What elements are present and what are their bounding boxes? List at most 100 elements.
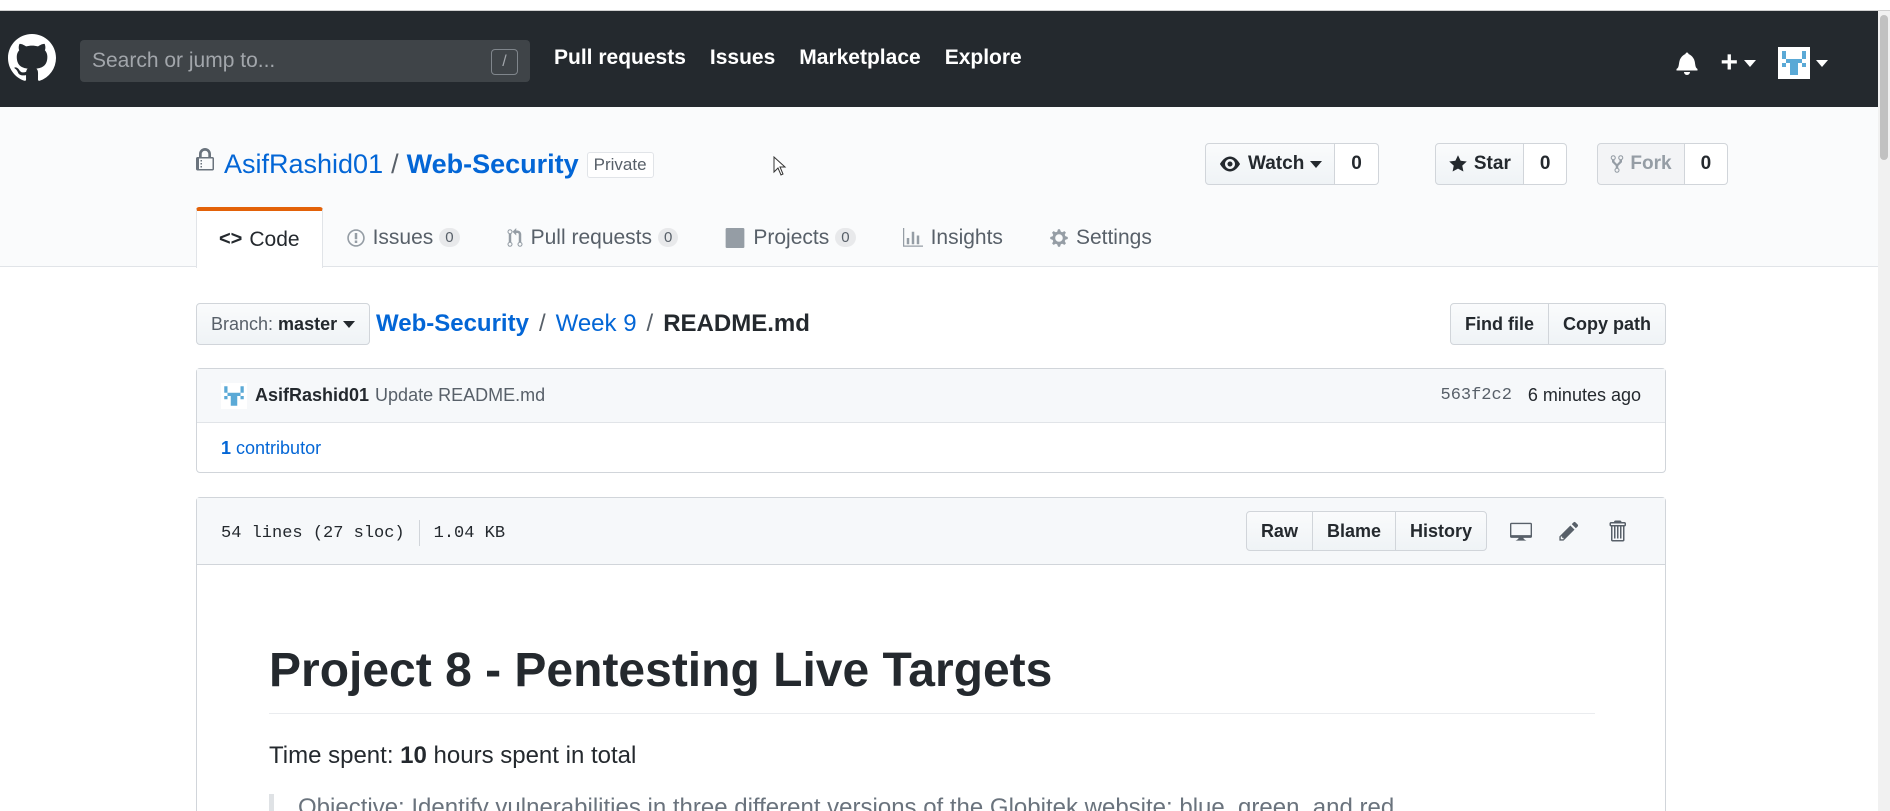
user-menu-dropdown[interactable] <box>1778 47 1828 79</box>
create-new-dropdown[interactable]: + <box>1720 48 1756 78</box>
file-size: 1.04 KB <box>433 523 506 543</box>
tab-issues[interactable]: Issues 0 <box>323 207 483 267</box>
breadcrumb-separator: / <box>646 310 654 337</box>
repo-owner-link[interactable]: AsifRashid01 <box>224 149 383 180</box>
header-right-actions: + <box>1676 47 1828 79</box>
fork-button[interactable]: Fork <box>1597 143 1685 185</box>
repo-nav-tabs: <> Code Issues 0 Pull requests 0 Project… <box>196 207 1175 268</box>
tab-pull-requests[interactable]: Pull requests 0 <box>483 207 702 267</box>
file-info-divider <box>418 520 420 546</box>
search-box[interactable]: / <box>80 40 530 82</box>
project-icon <box>725 227 745 248</box>
page-scrollbar[interactable] <box>1878 11 1890 811</box>
gear-icon <box>1050 228 1068 247</box>
chevron-down-icon <box>343 320 356 328</box>
chevron-down-icon <box>1816 59 1828 67</box>
pencil-icon[interactable] <box>1545 511 1593 551</box>
breadcrumb-folder[interactable]: Week 9 <box>556 310 637 338</box>
contributors-count: 1 <box>221 437 232 458</box>
chevron-down-icon <box>1744 59 1756 67</box>
time-spent-value: 10 <box>400 742 427 769</box>
global-nav: Pull requests Issues Marketplace Explore <box>554 46 1022 70</box>
commit-time: 6 minutes ago <box>1527 385 1641 405</box>
avatar <box>1778 47 1810 79</box>
history-button[interactable]: History <box>1394 511 1487 551</box>
tab-label: Projects <box>753 225 830 249</box>
commit-meta: 563f2c2 6 minutes ago <box>1441 385 1642 406</box>
repository-header: AsifRashid01 / Web-Security Private Watc… <box>0 107 1878 268</box>
tab-insights[interactable]: Insights <box>879 207 1026 267</box>
graph-icon <box>902 227 923 247</box>
readme-title: Project 8 - Pentesting Live Targets <box>269 641 1595 714</box>
bell-icon[interactable] <box>1676 51 1698 75</box>
watch-count[interactable]: 0 <box>1335 143 1379 185</box>
watch-control: Watch 0 <box>1205 143 1379 185</box>
chevron-down-icon <box>1310 160 1323 168</box>
branch-name: master <box>278 313 338 334</box>
pull-requests-counter: 0 <box>658 228 679 247</box>
breadcrumb-repo[interactable]: Web-Security <box>376 310 529 338</box>
time-spent-line: Time spent: 10 hours spent in total <box>269 742 1595 770</box>
commit-sha-link[interactable]: 563f2c2 <box>1441 386 1512 405</box>
time-spent-prefix: Time spent: <box>269 742 401 769</box>
browser-top-strip <box>0 0 1890 11</box>
file-info: 54 lines (27 sloc) 1.04 KB <box>221 520 505 546</box>
pull-request-icon <box>507 227 523 247</box>
star-count[interactable]: 0 <box>1523 143 1568 185</box>
search-shortcut-key: / <box>491 49 518 75</box>
plus-icon: + <box>1720 46 1738 79</box>
star-button[interactable]: Star <box>1434 143 1524 185</box>
projects-counter: 0 <box>835 228 856 247</box>
tab-code[interactable]: <> Code <box>196 207 323 268</box>
search-input[interactable] <box>92 40 472 82</box>
trash-icon[interactable] <box>1593 511 1641 551</box>
watch-label: Watch <box>1248 153 1305 174</box>
repo-name-link[interactable]: Web-Security <box>407 149 579 180</box>
github-logo-icon[interactable] <box>8 34 56 82</box>
tab-label: Settings <box>1075 225 1152 249</box>
commit-tease: AsifRashid01 Update README.md 563f2c2 6 … <box>196 368 1666 473</box>
branch-selector[interactable]: Branch: master <box>196 303 371 345</box>
lock-icon <box>196 147 214 170</box>
raw-button[interactable]: Raw <box>1245 511 1313 551</box>
tab-label: Issues <box>372 225 434 249</box>
mouse-cursor-icon <box>773 156 787 176</box>
breadcrumb-file: README.md <box>663 310 810 337</box>
blame-button[interactable]: Blame <box>1311 511 1396 551</box>
readme-content: Project 8 - Pentesting Live Targets Time… <box>269 565 1595 811</box>
copy-path-button[interactable]: Copy path <box>1549 303 1666 345</box>
repo-path-separator: / <box>391 149 399 179</box>
tab-projects[interactable]: Projects 0 <box>701 207 878 267</box>
find-file-button[interactable]: Find file <box>1450 303 1549 345</box>
star-control: Star 0 <box>1434 143 1568 185</box>
nav-issues[interactable]: Issues <box>710 46 775 70</box>
contributors-link[interactable]: 1 contributor <box>221 438 321 459</box>
nav-marketplace[interactable]: Marketplace <box>799 46 920 70</box>
tab-label: Code <box>249 227 300 251</box>
nav-explore[interactable]: Explore <box>945 46 1022 70</box>
tab-settings[interactable]: Settings <box>1026 207 1175 267</box>
file-actions: Raw Blame History <box>1245 511 1641 551</box>
commit-author-link[interactable]: AsifRashid01 <box>255 385 369 406</box>
tab-label: Pull requests <box>530 225 653 249</box>
nav-pull-requests[interactable]: Pull requests <box>554 46 686 70</box>
contributors-row: 1 contributor <box>197 423 1665 473</box>
desktop-icon[interactable] <box>1497 511 1545 551</box>
tab-label: Insights <box>930 225 1003 249</box>
scrollbar-thumb[interactable] <box>1880 15 1888 160</box>
file-header: 54 lines (27 sloc) 1.04 KB Raw Blame His… <box>197 498 1665 565</box>
star-label: Star <box>1473 153 1511 174</box>
private-badge: Private <box>586 151 654 178</box>
eye-icon <box>1220 156 1240 172</box>
repo-title: AsifRashid01 / Web-Security Private <box>196 147 654 180</box>
fork-count[interactable]: 0 <box>1684 143 1729 185</box>
file-nav-buttons: Find file Copy path <box>1450 303 1666 345</box>
latest-commit: AsifRashid01 Update README.md 563f2c2 6 … <box>197 369 1665 423</box>
branch-label: Branch: <box>211 313 274 334</box>
breadcrumb: Web-Security / Week 9 / README.md <box>376 310 810 338</box>
watch-button[interactable]: Watch <box>1205 143 1336 185</box>
file-lines: 54 lines (27 sloc) <box>221 523 405 543</box>
commit-message-link[interactable]: Update README.md <box>375 385 545 406</box>
code-icon: <> <box>219 228 243 250</box>
avatar[interactable] <box>221 382 247 409</box>
